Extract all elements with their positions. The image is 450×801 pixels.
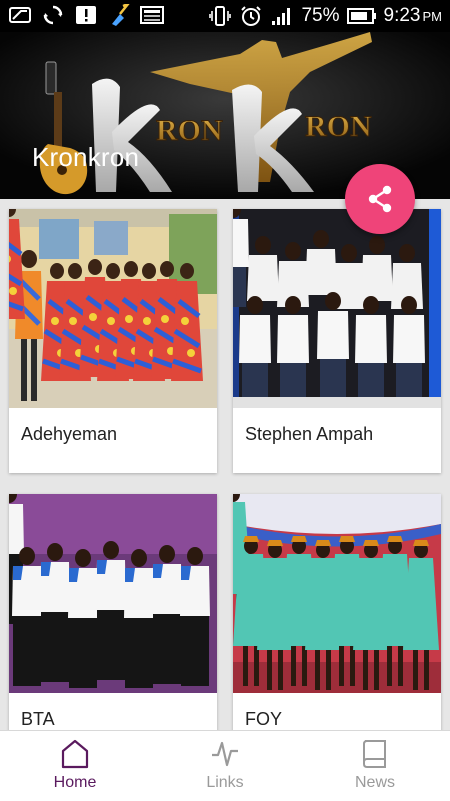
- pulse-icon: [211, 739, 239, 769]
- card-label: Stephen Ampah: [245, 424, 374, 444]
- status-bar: 75% 9:23 PM: [0, 0, 450, 32]
- svg-text:RON: RON: [156, 114, 223, 147]
- nav-home[interactable]: Home: [0, 731, 150, 801]
- card-foy[interactable]: FOY: [233, 494, 441, 730]
- screen-icon: [8, 4, 32, 26]
- vibrate-icon: [208, 5, 232, 27]
- card-label: Adehyeman: [21, 424, 118, 444]
- nav-news[interactable]: News: [300, 731, 450, 801]
- gallery-icon: [140, 4, 164, 26]
- signal-icon: [270, 5, 294, 27]
- group-photo: [233, 209, 441, 408]
- nav-label: Links: [206, 774, 244, 791]
- card-stephen-ampah[interactable]: Stephen Ampah: [233, 209, 441, 473]
- home-icon: [61, 739, 89, 769]
- svg-text:RON: RON: [305, 110, 372, 143]
- battery-percent: 75%: [301, 5, 340, 26]
- bottom-navigation: Home Links News: [0, 730, 450, 801]
- card-bta[interactable]: BTA: [9, 494, 217, 730]
- alert-icon: [74, 4, 98, 26]
- nav-label: News: [354, 774, 395, 791]
- group-photo: [233, 494, 441, 693]
- card-adehyeman[interactable]: Adehyeman: [9, 209, 217, 473]
- card-label: FOY: [245, 709, 283, 729]
- alarm-icon: [239, 5, 263, 27]
- card-label: BTA: [21, 709, 55, 729]
- share-button[interactable]: [345, 164, 415, 234]
- nav-label: Home: [53, 774, 97, 791]
- broom-icon: [107, 4, 131, 26]
- battery-icon: [346, 5, 377, 27]
- group-photo: [9, 209, 217, 408]
- share-icon: [367, 185, 393, 213]
- choir-grid: Adehyeman Stephen Ampah BTA FOY: [0, 199, 450, 730]
- nav-links[interactable]: Links: [150, 731, 300, 801]
- group-photo: [9, 494, 217, 693]
- book-icon: [361, 739, 389, 769]
- sync-icon: [41, 4, 65, 26]
- clock: 9:23 PM: [383, 5, 442, 26]
- app-title: Kronkron: [32, 142, 140, 172]
